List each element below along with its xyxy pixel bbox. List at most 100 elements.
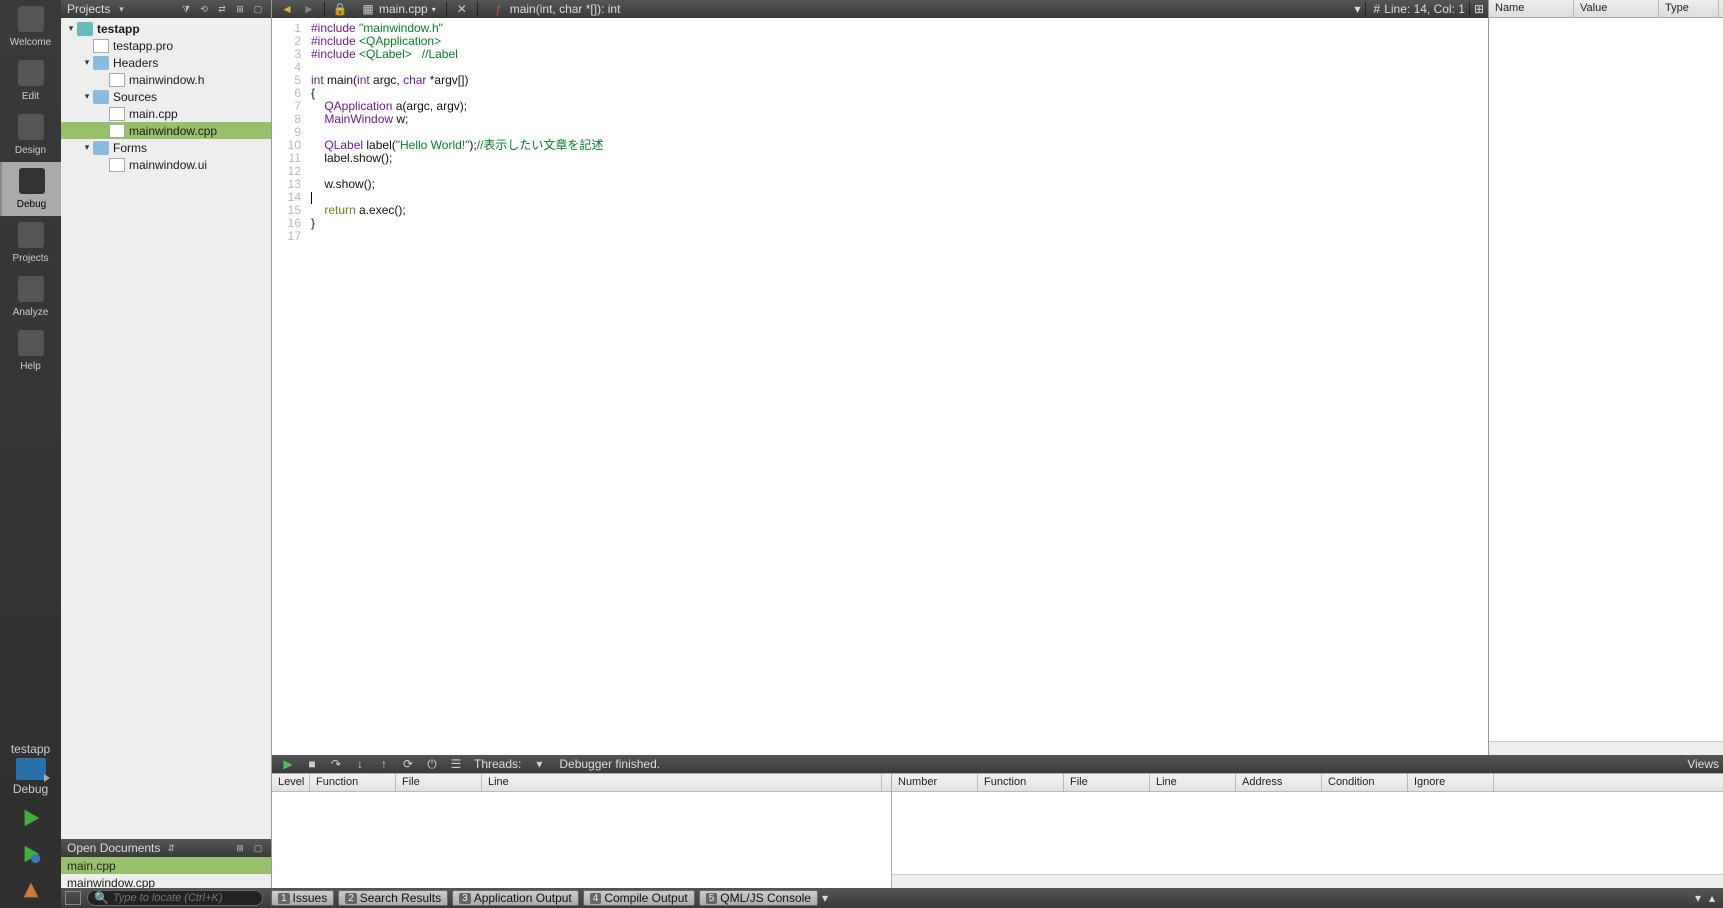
split-icon[interactable]: ⊞ bbox=[233, 842, 247, 854]
sync-icon[interactable]: ⟲ bbox=[197, 3, 211, 15]
code-line[interactable]: w.show(); bbox=[311, 178, 1488, 191]
toggle-sidebar-icon[interactable] bbox=[65, 891, 81, 905]
tree-row[interactable]: mainwindow.ui bbox=[61, 156, 271, 173]
output-tab[interactable]: 1Issues bbox=[271, 890, 334, 906]
abort-icon[interactable]: ⏻ bbox=[423, 757, 441, 771]
line-gutter[interactable]: 1234567891011121314151617 bbox=[272, 18, 307, 755]
mode-analyze[interactable]: Analyze bbox=[0, 270, 61, 324]
tree-row[interactable]: ▾Headers bbox=[61, 54, 271, 71]
mode-help[interactable]: Help bbox=[0, 324, 61, 378]
breakpoints-header[interactable]: NumberFunctionFileLineAddressConditionIg… bbox=[892, 774, 1723, 792]
collapse-icon[interactable]: ▾ bbox=[1691, 891, 1705, 905]
code-line[interactable]: #include <QLabel> //Label bbox=[311, 48, 1488, 61]
code-line[interactable]: } bbox=[311, 217, 1488, 230]
bp-col[interactable]: Number bbox=[892, 774, 978, 791]
expand-icon[interactable]: ▾ bbox=[81, 91, 93, 102]
code-line[interactable]: QLabel label("Hello World!");//表示したい文章を記… bbox=[311, 139, 1488, 152]
tree-row[interactable]: mainwindow.cpp bbox=[61, 122, 271, 139]
close-panel-icon[interactable]: ▢ bbox=[251, 842, 265, 854]
mode-debug[interactable]: Debug bbox=[0, 162, 61, 216]
code-line[interactable]: QApplication a(argc, argv); bbox=[311, 100, 1488, 113]
kit-selector[interactable]: testapp Debug bbox=[0, 738, 61, 800]
locator[interactable]: 🔍 bbox=[87, 890, 263, 906]
build-button[interactable] bbox=[19, 878, 43, 902]
code-line[interactable] bbox=[311, 230, 1488, 243]
nav-back-icon[interactable]: ◄ bbox=[278, 2, 296, 16]
expand-icon[interactable]: ▴ bbox=[1705, 891, 1719, 905]
output-tab[interactable]: 4Compile Output bbox=[583, 890, 695, 906]
tree-row[interactable]: mainwindow.h bbox=[61, 71, 271, 88]
output-tab[interactable]: 3Application Output bbox=[452, 890, 579, 906]
tree-row[interactable]: ▾Forms bbox=[61, 139, 271, 156]
mode-projects[interactable]: Projects bbox=[0, 216, 61, 270]
dropdown-icon[interactable]: ▾ bbox=[114, 3, 128, 15]
step-over-icon[interactable]: ↷ bbox=[327, 757, 345, 771]
tree-row[interactable]: main.cpp bbox=[61, 105, 271, 122]
continue-icon[interactable]: ▶ bbox=[279, 757, 297, 771]
stop-icon[interactable]: ■ bbox=[303, 757, 321, 771]
mode-welcome[interactable]: Welcome bbox=[0, 0, 61, 54]
code-editor[interactable]: 1234567891011121314151617 #include "main… bbox=[272, 18, 1488, 755]
restart-icon[interactable]: ⟳ bbox=[399, 757, 417, 771]
split-icon[interactable]: ⊞ bbox=[233, 3, 247, 15]
h-scrollbar[interactable] bbox=[892, 874, 1723, 888]
stack-col[interactable]: Line bbox=[482, 774, 882, 791]
dropdown-icon[interactable]: ⇵ bbox=[164, 842, 178, 854]
close-doc-icon[interactable]: ✕ bbox=[453, 2, 471, 16]
bp-col[interactable]: File bbox=[1064, 774, 1150, 791]
locals-header[interactable]: NameValueType bbox=[1489, 0, 1723, 18]
link-icon[interactable]: ⇄ bbox=[215, 3, 229, 15]
output-tab[interactable]: 5QML/JS Console bbox=[699, 890, 818, 906]
code-line[interactable] bbox=[311, 165, 1488, 178]
watch-col[interactable]: Type bbox=[1659, 0, 1719, 17]
locator-input[interactable] bbox=[113, 892, 256, 904]
stack-col[interactable]: Level bbox=[272, 774, 310, 791]
debug-run-button[interactable] bbox=[19, 842, 43, 866]
stack-header[interactable]: LevelFunctionFileLine bbox=[272, 774, 891, 792]
expand-icon[interactable]: ▾ bbox=[81, 142, 93, 153]
line-number[interactable]: 17 bbox=[272, 230, 301, 243]
close-panel-icon[interactable]: ▢ bbox=[251, 3, 265, 15]
watch-col[interactable]: Name bbox=[1489, 0, 1574, 17]
project-tree[interactable]: ▾testapptestapp.pro▾Headersmainwindow.h▾… bbox=[61, 18, 271, 839]
views-label[interactable]: Views bbox=[1687, 757, 1719, 771]
code-line[interactable]: label.show(); bbox=[311, 152, 1488, 165]
code-line[interactable]: int main(int argc, char *argv[]) bbox=[311, 74, 1488, 87]
bp-col[interactable]: Line bbox=[1150, 774, 1236, 791]
bp-col[interactable]: Condition bbox=[1322, 774, 1408, 791]
bp-col[interactable]: Address bbox=[1236, 774, 1322, 791]
chevron-down-icon[interactable]: ▾ bbox=[1355, 2, 1361, 16]
thread-dropdown[interactable]: ▾ bbox=[530, 757, 548, 771]
run-button[interactable] bbox=[19, 806, 43, 830]
list-icon[interactable]: ☰ bbox=[447, 757, 465, 771]
code-area[interactable]: #include "mainwindow.h"#include <QApplic… bbox=[307, 18, 1488, 755]
h-scrollbar[interactable] bbox=[1489, 741, 1723, 755]
code-line[interactable] bbox=[311, 191, 1488, 204]
line-number[interactable]: 5 bbox=[272, 74, 301, 87]
nav-fwd-icon[interactable]: ► bbox=[300, 2, 318, 16]
open-doc-item[interactable]: main.cpp bbox=[61, 857, 271, 874]
code-line[interactable] bbox=[311, 61, 1488, 74]
step-out-icon[interactable]: ↑ bbox=[375, 757, 393, 771]
expand-icon[interactable]: ▾ bbox=[81, 57, 93, 68]
bp-col[interactable]: Ignore bbox=[1408, 774, 1494, 791]
code-line[interactable]: #include <QApplication> bbox=[311, 35, 1488, 48]
step-into-icon[interactable]: ↓ bbox=[351, 757, 369, 771]
stack-col[interactable]: File bbox=[396, 774, 482, 791]
expand-icon[interactable]: ▾ bbox=[65, 23, 77, 34]
symbol-selector[interactable]: ƒ main(int, char *[]): int bbox=[482, 2, 627, 16]
tree-row[interactable]: testapp.pro bbox=[61, 37, 271, 54]
mode-design[interactable]: Design bbox=[0, 108, 61, 162]
output-tab[interactable]: 2Search Results bbox=[338, 890, 448, 906]
code-line[interactable]: return a.exec(); bbox=[311, 204, 1488, 217]
watch-col[interactable]: Value bbox=[1574, 0, 1659, 17]
stack-col[interactable]: Function bbox=[310, 774, 396, 791]
code-line[interactable]: #include "mainwindow.h" bbox=[311, 22, 1488, 35]
tree-row[interactable]: ▾Sources bbox=[61, 88, 271, 105]
code-line[interactable]: { bbox=[311, 87, 1488, 100]
filter-icon[interactable]: ⧩ bbox=[179, 3, 193, 15]
file-selector[interactable]: ▦ main.cpp ▾ bbox=[351, 2, 442, 16]
tree-row[interactable]: ▾testapp bbox=[61, 20, 271, 37]
mode-edit[interactable]: Edit bbox=[0, 54, 61, 108]
code-line[interactable]: MainWindow w; bbox=[311, 113, 1488, 126]
